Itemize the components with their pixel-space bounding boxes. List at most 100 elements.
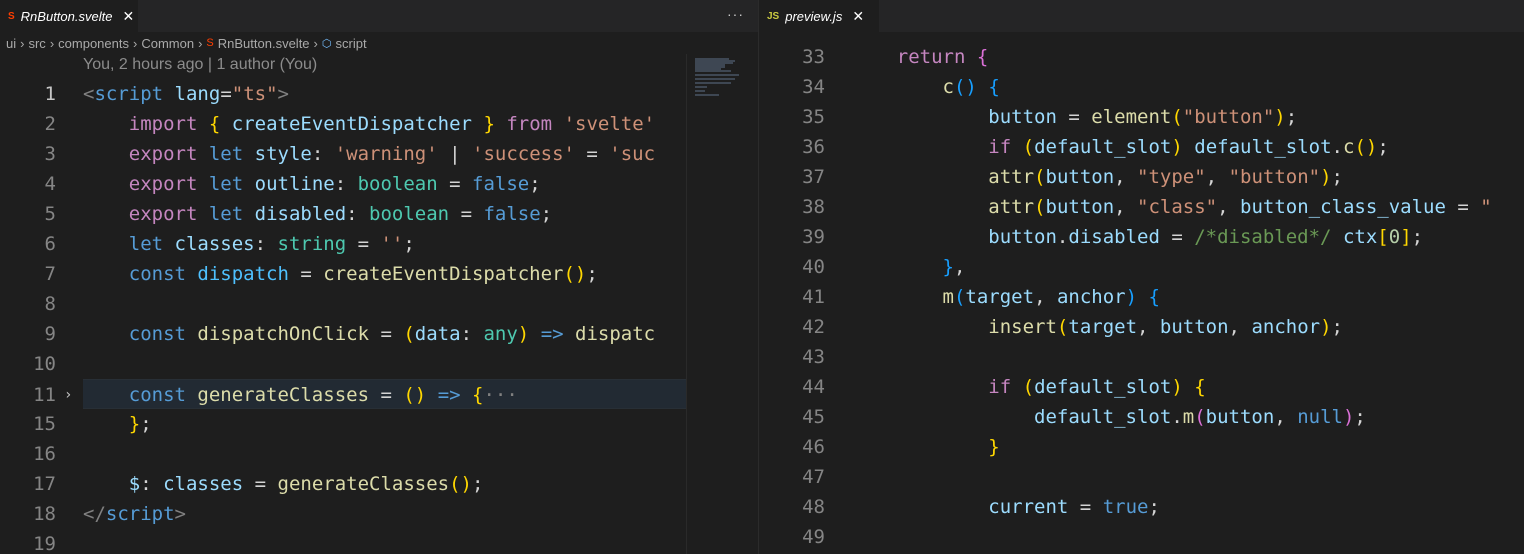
code-line[interactable]: 46 } (759, 432, 1524, 462)
code-line[interactable]: 15 }; (0, 409, 758, 439)
line-number: 48 (802, 496, 825, 518)
minimap-line (695, 74, 739, 76)
minimap-line (695, 70, 731, 72)
code-line[interactable]: 1 <script lang="ts"> (0, 79, 758, 109)
code-line[interactable]: 39 button.disabled = /*disabled*/ ctx[0]… (759, 222, 1524, 252)
minimap-line (695, 78, 735, 80)
breadcrumb-item-file[interactable]: RnButton.svelte (218, 36, 310, 51)
line-number: 41 (802, 286, 825, 308)
code-line[interactable]: 9 const dispatchOnClick = (data: any) =>… (0, 319, 758, 349)
right-editor-pane: JS preview.js ✕ 33 return {34 c() {35 bu… (758, 0, 1524, 554)
code-text: button.disabled = /*disabled*/ ctx[0]; (988, 226, 1424, 248)
code-line[interactable]: 33 return { (759, 42, 1524, 72)
code-line[interactable]: 8 (0, 289, 758, 319)
code-line[interactable]: 48 current = true; (759, 492, 1524, 522)
code-line[interactable]: 6 let classes: string = ''; (0, 229, 758, 259)
code-line[interactable]: 7 const dispatch = createEventDispatcher… (0, 259, 758, 289)
cube-icon: ⬡ (321, 37, 332, 50)
code-line[interactable]: 37 attr(button, "type", "button"); (759, 162, 1524, 192)
code-line[interactable]: 41 m(target, anchor) { (759, 282, 1524, 312)
scrollbar[interactable] (744, 54, 758, 554)
chevron-right-icon: › (49, 35, 55, 51)
code-line[interactable]: 45 default_slot.m(button, null); (759, 402, 1524, 432)
code-line[interactable]: 11 › const generateClasses = () => {··· (33, 379, 686, 409)
line-number: 17 (33, 473, 56, 495)
tab-rnbutton-svelte[interactable]: S RnButton.svelte ✕ (0, 0, 138, 32)
code-text: c() { (942, 76, 1000, 98)
line-number: 46 (802, 436, 825, 458)
code-line[interactable]: 2 import { createEventDispatcher } from … (0, 109, 758, 139)
code-text: const dispatchOnClick = (data: any) => d… (128, 323, 656, 345)
code-text: export let outline: boolean = false; (128, 173, 541, 195)
line-number: 15 (33, 413, 56, 435)
code-text: export let disabled: boolean = false; (128, 203, 553, 225)
code-line[interactable]: 5 export let disabled: boolean = false; (0, 199, 758, 229)
close-icon[interactable]: ✕ (122, 8, 134, 25)
code-line[interactable]: 19 (0, 529, 758, 554)
code-line[interactable]: 38 attr(button, "class", button_class_va… (759, 192, 1524, 222)
line-number: 37 (802, 166, 825, 188)
code-line[interactable]: 42 insert(target, button, anchor); (759, 312, 1524, 342)
line-number: 8 (44, 293, 56, 315)
code-text: let classes: string = ''; (128, 233, 415, 255)
line-number: 16 (33, 443, 56, 465)
code-text: if (default_slot) default_slot.c(); (988, 136, 1389, 158)
chevron-right-icon: › (132, 35, 138, 51)
code-text: attr(button, "type", "button"); (988, 166, 1343, 188)
line-number: 2 (44, 113, 56, 135)
code-text: if (default_slot) { (988, 376, 1206, 398)
code-text: export let style: 'warning' | 'success' … (128, 143, 656, 165)
code-line[interactable]: 34 c() { (759, 72, 1524, 102)
code-line[interactable]: 18 </script> (0, 499, 758, 529)
code-line[interactable]: 44 if (default_slot) { (759, 372, 1524, 402)
tab-label: preview.js (785, 8, 843, 24)
line-number: 4 (44, 173, 56, 195)
code-text: <script lang="ts"> (83, 83, 289, 105)
codelens-blame[interactable]: You, 2 hours ago | 1 author (You) (83, 56, 317, 74)
code-line[interactable]: 3 export let style: 'warning' | 'success… (0, 139, 758, 169)
line-number: 9 (44, 323, 56, 345)
code-text: }; (128, 413, 152, 435)
more-actions-icon[interactable]: ··· (727, 6, 744, 22)
breadcrumb-item-src[interactable]: src (28, 36, 45, 51)
fold-chevron-icon[interactable]: › (64, 380, 72, 410)
svelte-icon: S (8, 10, 15, 22)
line-number: 33 (802, 46, 825, 68)
left-editor-pane: S RnButton.svelte ✕ ··· ui › src › compone… (0, 0, 758, 554)
close-icon[interactable]: ✕ (852, 8, 864, 25)
code-line[interactable]: 4 export let outline: boolean = false; (0, 169, 758, 199)
code-line[interactable]: 43 (759, 342, 1524, 372)
breadcrumb-item-ui[interactable]: ui (6, 36, 16, 51)
line-number: 35 (802, 106, 825, 128)
code-line[interactable]: 40 }, (759, 252, 1524, 282)
chevron-right-icon: › (20, 35, 25, 51)
minimap[interactable] (686, 54, 745, 554)
line-number: 18 (33, 503, 56, 525)
code-line[interactable]: 10 (0, 349, 758, 379)
code-line[interactable]: 49 (759, 522, 1524, 552)
right-tab-bar: JS preview.js ✕ (759, 0, 1524, 32)
breadcrumb-item-common[interactable]: Common (141, 36, 194, 51)
breadcrumb-item-components[interactable]: components (58, 36, 129, 51)
breadcrumb-item-script[interactable]: script (336, 36, 367, 51)
code-text: import { createEventDispatcher } from 's… (128, 113, 656, 135)
code-line[interactable]: 17 $: classes = generateClasses(); (0, 469, 758, 499)
code-line[interactable]: 47 (759, 462, 1524, 492)
javascript-icon: JS (767, 10, 780, 22)
code-text: $: classes = generateClasses(); (128, 473, 484, 495)
tab-preview-js[interactable]: JS preview.js ✕ (759, 0, 879, 32)
code-line[interactable]: 16 (0, 439, 758, 469)
chevron-right-icon: › (313, 35, 318, 51)
code-text: }, (942, 256, 966, 278)
line-number: 47 (802, 466, 825, 488)
line-number: 43 (802, 346, 825, 368)
line-number: 44 (802, 376, 825, 398)
line-number: 45 (802, 406, 825, 428)
minimap-line (695, 94, 719, 96)
minimap-line (695, 86, 707, 88)
minimap-line (695, 90, 705, 92)
code-line[interactable]: 35 button = element("button"); (759, 102, 1524, 132)
code-line[interactable]: 36 if (default_slot) default_slot.c(); (759, 132, 1524, 162)
code-text: const dispatch = createEventDispatcher()… (128, 263, 598, 285)
code-text: m(target, anchor) { (942, 286, 1160, 308)
